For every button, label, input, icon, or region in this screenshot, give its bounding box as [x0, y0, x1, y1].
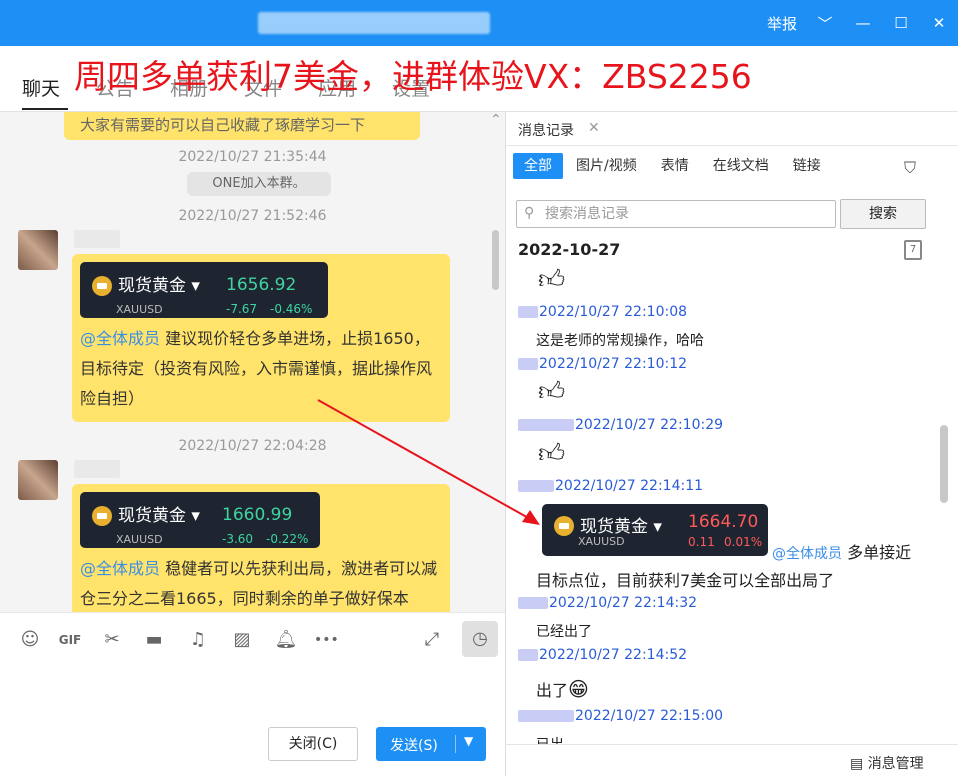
divider — [455, 735, 456, 753]
quote-symbol: XAUUSD — [578, 535, 625, 548]
message-text: @全体成员 建议现价轻仓多单进场，止损1650，目标待定（投资有风险，入市需谨慎… — [80, 329, 433, 408]
history-icon[interactable]: ◷ — [462, 621, 498, 657]
filter-all[interactable]: 全部 — [513, 153, 563, 179]
list-item: 2022/10/27 22:10:08 — [518, 304, 687, 320]
message-text: @全体成员 多单接近 — [772, 543, 912, 562]
message-bubble: 现货黄金 ▾ XAUUSD 1656.92 -7.67 -0.46% @全体成员… — [72, 254, 450, 422]
quote-symbol: XAUUSD — [116, 533, 163, 546]
gif-icon[interactable]: GIF — [58, 628, 82, 652]
calendar-icon[interactable]: 7 — [904, 240, 922, 260]
scissors-icon[interactable]: ✂ — [100, 628, 124, 652]
history-scrollbar[interactable] — [940, 425, 948, 503]
filter-media[interactable]: 图片/视频 — [565, 153, 648, 179]
expand-icon[interactable]: ⤢ — [420, 628, 444, 652]
list-item: 2022/10/27 22:10:12 — [518, 356, 687, 372]
list-item: 2022/10/27 22:15:00 — [518, 708, 723, 724]
thumbs-up-sticker: 👍︎ — [538, 377, 566, 407]
message-text: 出了😁︎ — [536, 677, 589, 701]
mention-all[interactable]: @全体成员 — [80, 329, 160, 348]
list-item: 2022/10/27 22:10:29 — [518, 417, 723, 433]
quote-change: 0.11 — [688, 535, 715, 549]
timestamp: 2022/10/27 21:52:46 — [178, 208, 327, 224]
chat-scrollbar[interactable] — [492, 230, 499, 290]
filter-links[interactable]: 链接 — [782, 153, 832, 179]
quote-price: 1664.70 — [688, 512, 759, 532]
scroll-up-icon[interactable]: ⌃ — [490, 112, 502, 128]
thumbs-up-sticker: 👍︎ — [538, 265, 566, 295]
folder-icon[interactable]: ▬ — [142, 628, 166, 652]
quote-percent: 0.01% — [724, 535, 763, 549]
gold-quote-card[interactable]: 现货黄金 ▾ XAUUSD 1664.70 0.11 0.01% — [542, 504, 768, 556]
system-message: ONE加入本群。 — [187, 172, 331, 196]
note-bubble: 大家有需要的可以自己收藏了琢磨学习一下 — [64, 112, 420, 140]
tab-chat[interactable]: 聊天 — [22, 74, 69, 110]
list-item: 2022/10/27 22:14:11 — [518, 478, 703, 494]
window-title-blurred — [258, 12, 490, 34]
title-bar: 举报 ﹀ — ☐ ✕ — [0, 0, 958, 46]
chevron-down-icon[interactable]: ▼ — [464, 734, 473, 748]
mention-all[interactable]: @全体成员 — [772, 546, 842, 562]
report-button[interactable]: 举报 — [758, 13, 806, 34]
minimize-icon[interactable]: — — [844, 14, 882, 32]
message-manage-button[interactable]: ▤ 消息管理 — [850, 753, 924, 773]
message-text: 这是老师的常规操作，哈哈 — [536, 333, 704, 349]
gold-icon — [92, 276, 112, 296]
emoji-icon[interactable]: ☺ — [18, 628, 42, 652]
message-text: @全体成员 稳健者可以先获利出局，激进者可以减仓三分之二看1665，同时剩余的单… — [80, 559, 438, 608]
chat-area[interactable]: 大家有需要的可以自己收藏了琢磨学习一下 2022/10/27 21:35:44 … — [0, 112, 505, 612]
image-icon[interactable]: ▨ — [230, 628, 254, 652]
gold-quote-card[interactable]: 现货黄金 ▾ XAUUSD 1660.99 -3.60 -0.22% — [80, 492, 320, 548]
bell-icon[interactable]: 🔔︎ — [274, 628, 298, 652]
music-icon[interactable]: ♫ — [186, 628, 210, 652]
close-icon[interactable]: ✕ — [920, 14, 958, 32]
message-history-panel: 消息记录 ✕ 全部 图片/视频 表情 在线文档 链接 ⛉ 搜索消息记录 ⚲ 搜索… — [506, 112, 958, 776]
date-heading: 2022-10-27 — [518, 240, 621, 259]
search-input[interactable]: 搜索消息记录 — [516, 200, 836, 228]
quote-percent: -0.46% — [270, 302, 313, 316]
divider — [506, 145, 958, 146]
list-item: 2022/10/27 22:14:52 — [518, 647, 687, 663]
quote-name: 现货黄金 ▾ — [580, 517, 662, 537]
grin-emoji: 😁︎ — [568, 677, 589, 701]
filter-icon[interactable]: ⛉ — [904, 158, 916, 178]
thumbs-up-sticker: 👍︎ — [538, 439, 566, 469]
promo-overlay-text: 周四多单获利7美金，进群体验VX：ZBS2256 — [74, 57, 752, 96]
message-bubble: 现货黄金 ▾ XAUUSD 1660.99 -3.60 -0.22% @全体成员… — [72, 484, 450, 612]
quote-percent: -0.22% — [266, 532, 309, 546]
search-button[interactable]: 搜索 — [840, 199, 926, 229]
sender-name-blurred — [74, 230, 120, 248]
chevron-down-icon[interactable]: ﹀ — [806, 13, 844, 34]
maximize-icon[interactable]: ☐ — [882, 14, 920, 32]
quote-change: -3.60 — [222, 532, 254, 546]
sender-name-blurred — [74, 460, 120, 478]
timestamp: 2022/10/27 21:35:44 — [178, 149, 327, 165]
send-label: 发送(S) — [390, 738, 438, 754]
more-tools-icon[interactable]: ••• — [314, 628, 339, 652]
input-toolbar: ☺ GIF ✂ ▬ ♫ ▨ 🔔︎ ••• ⤢ ◷ — [0, 612, 505, 662]
tab-message-history[interactable]: 消息记录 — [518, 120, 574, 140]
mention-all[interactable]: @全体成员 — [80, 559, 160, 578]
list-item: 2022/10/27 22:14:32 — [518, 595, 697, 611]
timestamp: 2022/10/27 22:04:28 — [178, 438, 327, 454]
message-text: 已经出了 — [536, 624, 592, 640]
filter-docs[interactable]: 在线文档 — [702, 153, 780, 179]
history-footer: ▤ 消息管理 — [506, 744, 958, 776]
avatar[interactable] — [18, 460, 58, 500]
search-icon: ⚲ — [524, 205, 535, 221]
gold-icon — [92, 506, 112, 526]
quote-symbol: XAUUSD — [116, 303, 163, 316]
quote-change: -7.67 — [226, 302, 258, 316]
send-button[interactable]: 发送(S) ▼ — [376, 727, 486, 761]
close-icon[interactable]: ✕ — [588, 120, 600, 136]
close-button[interactable]: 关闭(C) — [268, 727, 358, 761]
avatar[interactable] — [18, 230, 58, 270]
gold-icon — [554, 516, 574, 536]
message-text: 目标点位，目前获利7美金可以全部出局了 — [536, 571, 835, 590]
filter-stickers[interactable]: 表情 — [650, 153, 700, 179]
gold-quote-card[interactable]: 现货黄金 ▾ XAUUSD 1656.92 -7.67 -0.46% — [80, 262, 328, 318]
